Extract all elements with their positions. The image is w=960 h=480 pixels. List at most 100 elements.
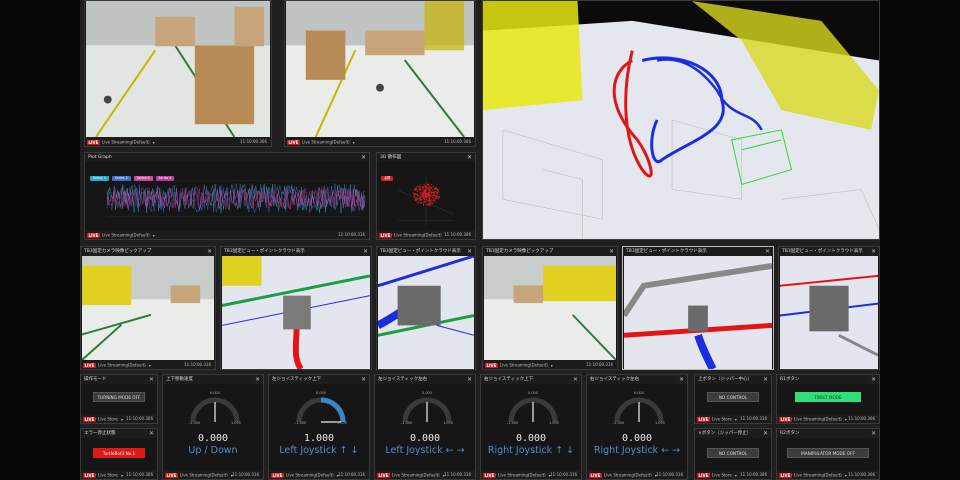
source-dropdown[interactable]: ▾ — [735, 473, 737, 478]
close-icon[interactable]: ✕ — [763, 375, 768, 384]
scatter-point — [429, 199, 431, 201]
source-dropdown[interactable]: ▾ — [121, 417, 123, 422]
source-label: Live Streaming(Default) — [391, 472, 440, 478]
panel-footer: LIVE Live Streaming(Default) ▾ 11:10:00.316 — [481, 470, 581, 479]
scatter-point — [417, 202, 419, 204]
close-icon[interactable]: ✕ — [361, 153, 366, 162]
source-dropdown[interactable]: ▾ — [551, 363, 553, 368]
no-control-button[interactable]: NO CONTROL — [707, 448, 759, 458]
live-badge: LIVE — [483, 472, 496, 478]
source-dropdown[interactable]: ▾ — [149, 363, 151, 368]
control-panel-1: 上ボタン（ジッパー中心） ✕ NO CONTROL LIVE Live Store… — [694, 374, 772, 424]
live-badge: LIVE — [697, 416, 710, 422]
panel-footer: LIVE Live Streaming(Default) ▾ 11:10:00.31… — [483, 360, 617, 369]
close-icon[interactable]: ✕ — [871, 247, 876, 256]
gauge-dial: -1.000 0.000 1.000 — [507, 391, 559, 425]
scatter-point — [428, 188, 430, 190]
scatter-3d-panel: 3D 散布図 ✕ 点群 LIVE Live Streaming(Default) … — [376, 152, 476, 240]
pointcloud-view[interactable] — [378, 256, 474, 369]
close-icon[interactable]: ✕ — [609, 247, 614, 256]
error-stop-panel: エラー停止状態 ✕ TurtleBot3 No.1 LIVE Live Store… — [80, 428, 158, 480]
close-icon[interactable]: ✕ — [363, 247, 368, 256]
source-dropdown[interactable]: ▾ — [845, 473, 847, 478]
scatter-point — [428, 183, 430, 185]
timestamp: 11:10:00.316 — [740, 416, 767, 421]
close-icon[interactable]: ✕ — [361, 375, 366, 384]
close-icon[interactable]: ✕ — [149, 429, 154, 438]
scatter-point — [437, 188, 439, 191]
close-icon[interactable]: ✕ — [871, 375, 876, 384]
scatter-point — [419, 196, 421, 198]
turning-mode-button[interactable]: TURNING MODE OFF — [93, 392, 145, 402]
panel-footer: LIVE Live Streaming(Default) ▾ 11:10:00.31… — [85, 230, 369, 239]
scatter-point — [427, 196, 429, 199]
source-label: Live Streaming(Default) — [101, 139, 150, 145]
pointcloud-view[interactable] — [222, 256, 370, 369]
panel-title: 操作モード — [81, 375, 157, 384]
manipulator-mode-button[interactable]: MANIPULATOR MODE OFF — [787, 448, 869, 458]
scatter-point — [435, 195, 437, 197]
close-icon[interactable]: ✕ — [765, 247, 770, 256]
close-icon[interactable]: ✕ — [467, 375, 472, 384]
live-badge: LIVE — [271, 472, 284, 478]
source-dropdown[interactable]: ▾ — [121, 473, 123, 478]
close-icon[interactable]: ✕ — [679, 375, 684, 384]
scatter-point — [418, 185, 420, 188]
gauge-value: 0.000 — [197, 433, 229, 444]
close-icon[interactable]: ✕ — [149, 375, 154, 384]
gauge-max-label: 1.000 — [443, 421, 453, 425]
point-cloud-view[interactable] — [482, 0, 880, 240]
live-badge: LIVE — [589, 472, 602, 478]
timestamp: 11:10:00.306 — [740, 472, 767, 477]
close-icon[interactable]: ✕ — [467, 247, 472, 256]
scatter-point — [419, 187, 421, 190]
no-control-button[interactable]: NO CONTROL — [707, 392, 759, 402]
source-dropdown[interactable]: ▾ — [153, 140, 155, 145]
gauge-label: Up / Down — [188, 445, 238, 456]
source-label: Live Streaming(Default) — [285, 472, 334, 478]
scatter-point — [428, 204, 431, 206]
panel-footer: LIVE Live Streaming(Default) ▾ 11:10:00.316 — [587, 470, 687, 479]
pointcloud-view[interactable] — [780, 256, 878, 369]
source-dropdown[interactable]: ▾ — [153, 233, 155, 238]
live-badge: LIVE — [287, 139, 300, 145]
scatter-point — [423, 197, 426, 199]
timestamp: 11:10:00.306 — [848, 472, 875, 477]
scatter-point — [423, 188, 425, 190]
close-icon[interactable]: ✕ — [763, 429, 768, 438]
scatter-point — [423, 201, 425, 203]
scatter-point — [421, 192, 423, 195]
scatter-point — [422, 203, 425, 205]
panel-footer: LIVE Live Store ▾ 11:10:00.306 — [81, 414, 157, 423]
scatter-point — [427, 191, 430, 193]
close-icon[interactable]: ✕ — [871, 429, 876, 438]
scatter-point — [437, 197, 439, 199]
scatter-point — [415, 197, 417, 199]
gauge-panel: 左ジョイスティック左右 ✕ -1.000 0.000 1.000 0.000 Left Jo… — [374, 374, 476, 480]
source-dropdown[interactable]: ▾ — [353, 140, 355, 145]
close-icon[interactable]: ✕ — [573, 375, 578, 384]
live-badge: LIVE — [83, 416, 96, 422]
twist-mode-button[interactable]: TWIST MODE — [795, 392, 861, 402]
source-dropdown[interactable]: ▾ — [845, 417, 847, 422]
pointcloud-view[interactable] — [624, 256, 772, 369]
scatter-point — [434, 195, 436, 197]
source-label: Live Store — [711, 416, 732, 422]
scatter-point — [418, 200, 421, 202]
close-icon[interactable]: ✕ — [467, 153, 472, 162]
mode-panel: 操作モード ✕ TURNING MODE OFF LIVE Live Store ▾… — [80, 374, 158, 424]
scatter-point — [428, 190, 430, 192]
scatter-point — [424, 188, 426, 190]
scatter-area[interactable] — [379, 171, 473, 230]
gauge-value: 1.000 — [303, 433, 335, 444]
scatter-point — [438, 196, 440, 198]
gauge-min-label: -1.000 — [507, 421, 518, 425]
robot-error-button[interactable]: TurtleBot3 No.1 — [93, 448, 145, 458]
scatter-point — [421, 196, 423, 198]
close-icon[interactable]: ✕ — [255, 375, 260, 384]
close-icon[interactable]: ✕ — [207, 247, 212, 256]
timestamp: 11:10:00.306 — [444, 232, 471, 237]
panel-footer: LIVE Live Streaming(Default) ▾ 11:10:00.316 — [375, 470, 475, 479]
live-badge: LIVE — [377, 472, 390, 478]
source-dropdown[interactable]: ▾ — [735, 417, 737, 422]
